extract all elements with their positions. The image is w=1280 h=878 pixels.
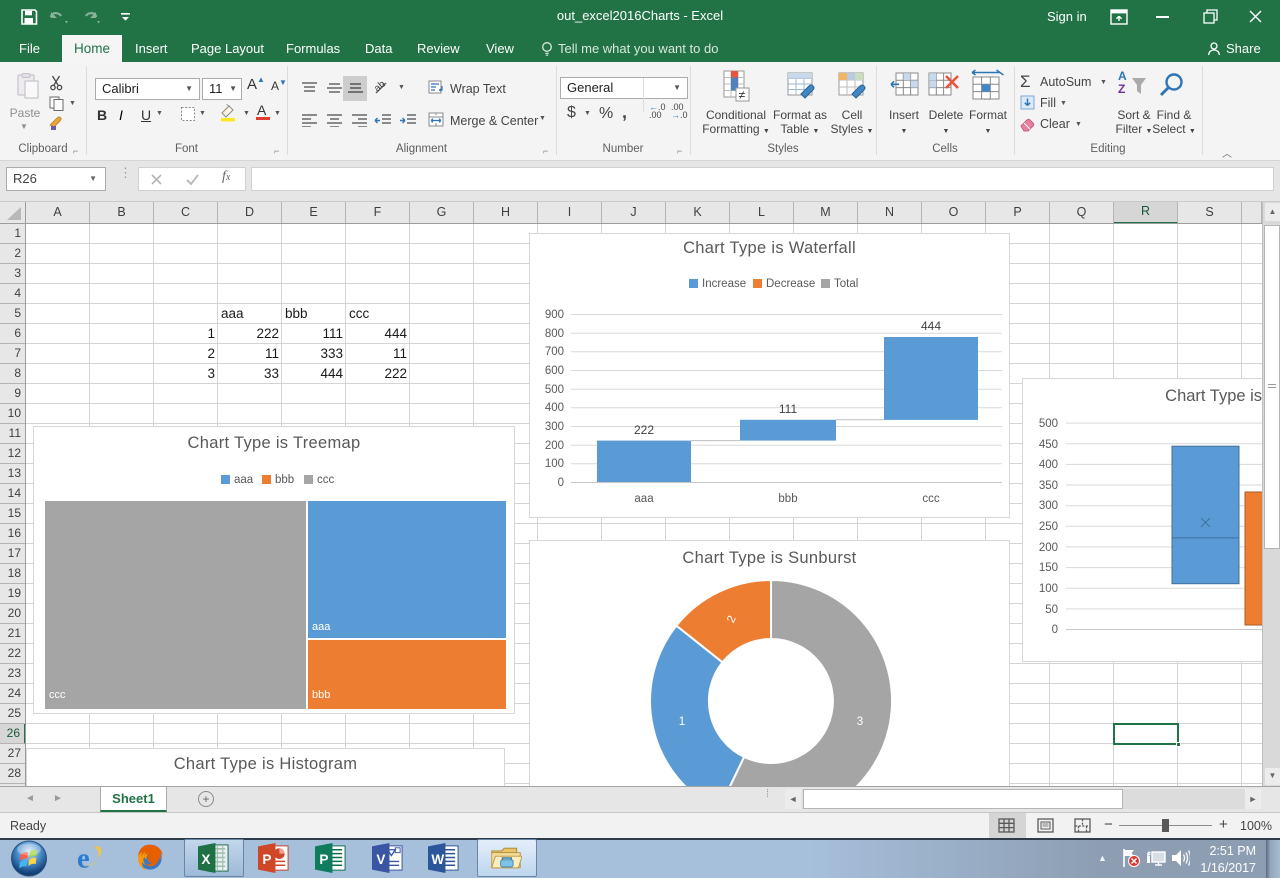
svg-text:222: 222 [634, 423, 654, 437]
svg-text:bbb: bbb [778, 493, 797, 505]
svg-text:111: 111 [779, 402, 798, 416]
svg-text:V: V [376, 852, 385, 867]
svg-text:700: 700 [545, 346, 564, 358]
svg-text:400: 400 [545, 402, 564, 414]
svg-text:ab: ab [374, 79, 388, 94]
svg-text:e: e [77, 842, 90, 874]
svg-text:ccc: ccc [922, 493, 940, 505]
svg-text:250: 250 [1039, 521, 1058, 533]
svg-text:300: 300 [545, 421, 564, 433]
svg-text:500: 500 [1039, 418, 1058, 430]
svg-text:50: 50 [1045, 604, 1058, 616]
svg-text:400: 400 [1039, 459, 1058, 471]
svg-text:900: 900 [545, 309, 564, 321]
svg-text:444: 444 [921, 319, 941, 333]
svg-text:100: 100 [1039, 583, 1058, 595]
svg-text:aaa: aaa [634, 493, 654, 505]
svg-text:100: 100 [545, 458, 564, 470]
svg-text:200: 200 [1039, 542, 1058, 554]
svg-text:200: 200 [545, 440, 564, 452]
svg-text:W: W [431, 852, 444, 867]
svg-text:0: 0 [1052, 624, 1058, 636]
svg-text:800: 800 [545, 328, 564, 340]
svg-text:500: 500 [545, 384, 564, 396]
svg-text:150: 150 [1039, 562, 1058, 574]
svg-text:350: 350 [1039, 480, 1058, 492]
svg-text:X: X [201, 852, 210, 867]
svg-text:≠: ≠ [739, 88, 746, 102]
svg-text:1: 1 [679, 716, 685, 728]
svg-text:0: 0 [558, 477, 564, 489]
svg-text:300: 300 [1039, 500, 1058, 512]
svg-text:P: P [262, 852, 271, 867]
svg-text:600: 600 [545, 365, 564, 377]
svg-text:P: P [319, 852, 328, 867]
svg-text:450: 450 [1039, 439, 1058, 451]
svg-text:3: 3 [857, 716, 863, 728]
